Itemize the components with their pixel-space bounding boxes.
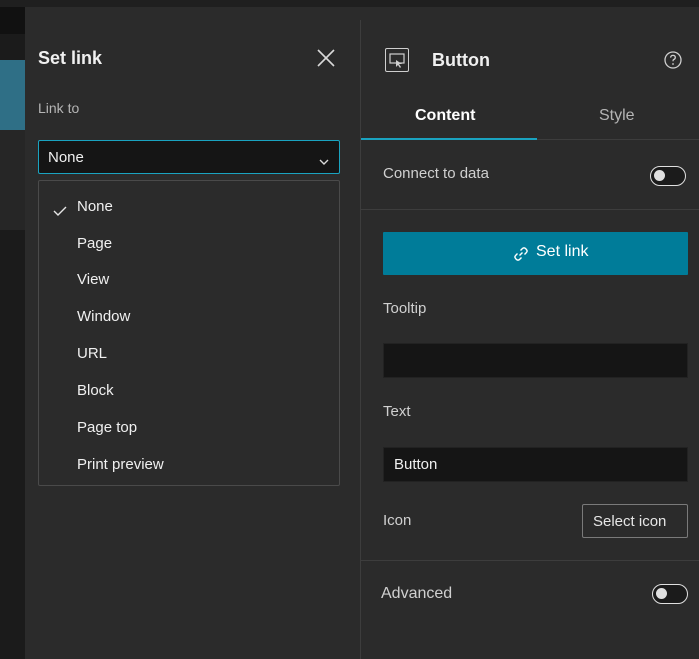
button-settings-panel: Button Content Style Connect to data Set… xyxy=(361,20,699,659)
background-blue-block xyxy=(0,60,25,130)
text-input[interactable]: Button xyxy=(383,447,688,482)
menu-item-label: URL xyxy=(77,345,108,362)
menu-item-page[interactable]: Page xyxy=(39,222,339,258)
menu-item-url[interactable]: URL xyxy=(39,332,339,368)
menu-item-label: Window xyxy=(77,308,131,325)
link-to-select-value: None xyxy=(48,149,84,166)
check-icon xyxy=(53,204,67,216)
link-icon xyxy=(511,244,531,264)
tooltip-input[interactable] xyxy=(383,343,688,378)
advanced-toggle[interactable] xyxy=(652,584,688,604)
background-header-strip xyxy=(0,7,25,34)
menu-item-label: Print preview xyxy=(77,456,164,473)
panel-title: Button xyxy=(432,50,490,70)
link-to-select[interactable]: None xyxy=(38,140,340,174)
tab-content[interactable]: Content xyxy=(361,96,537,140)
select-icon-button-label: Select icon xyxy=(593,513,667,530)
tab-style-label: Style xyxy=(599,107,635,124)
close-icon[interactable] xyxy=(315,47,337,69)
text-label: Text xyxy=(383,403,411,420)
menu-item-page-top[interactable]: Page top xyxy=(39,406,339,442)
tab-style[interactable]: Style xyxy=(537,96,699,140)
button-widget-icon xyxy=(385,48,409,72)
connect-to-data-toggle[interactable] xyxy=(650,166,686,186)
background-gray-block xyxy=(0,130,25,230)
menu-item-window[interactable]: Window xyxy=(39,295,339,331)
section-divider xyxy=(361,560,699,561)
menu-item-block[interactable]: Block xyxy=(39,369,339,405)
select-icon-button[interactable]: Select icon xyxy=(582,504,688,538)
link-to-label: Link to xyxy=(38,100,80,116)
menu-item-label: View xyxy=(77,271,110,288)
menu-item-label: Page top xyxy=(77,419,138,436)
toggle-knob xyxy=(654,170,665,181)
menu-item-view[interactable]: View xyxy=(39,258,339,294)
help-icon[interactable] xyxy=(663,50,683,70)
tooltip-label: Tooltip xyxy=(383,300,427,317)
menu-item-label: Block xyxy=(77,382,114,399)
menu-item-none[interactable]: None xyxy=(39,185,339,221)
top-strip xyxy=(0,0,699,7)
chevron-down-icon xyxy=(319,153,329,165)
icon-label: Icon xyxy=(383,512,412,529)
menu-item-print-preview[interactable]: Print preview xyxy=(39,443,339,479)
menu-item-label: Page xyxy=(77,235,113,252)
set-link-title: Set link xyxy=(38,48,103,68)
menu-item-label: None xyxy=(77,198,113,215)
set-link-panel: Set link Link to None None Page View Win… xyxy=(25,20,361,659)
connect-to-data-label: Connect to data xyxy=(383,165,489,182)
set-link-button-label: Set link xyxy=(536,243,589,260)
connect-to-data-row: Connect to data xyxy=(361,141,699,210)
advanced-label: Advanced xyxy=(381,585,453,602)
tab-bar: Content Style xyxy=(361,96,699,140)
set-link-button[interactable]: Set link xyxy=(383,232,688,275)
link-to-dropdown-menu: None Page View Window URL Block Page top… xyxy=(38,180,340,486)
toggle-knob xyxy=(656,588,667,599)
tab-content-label: Content xyxy=(415,107,476,124)
